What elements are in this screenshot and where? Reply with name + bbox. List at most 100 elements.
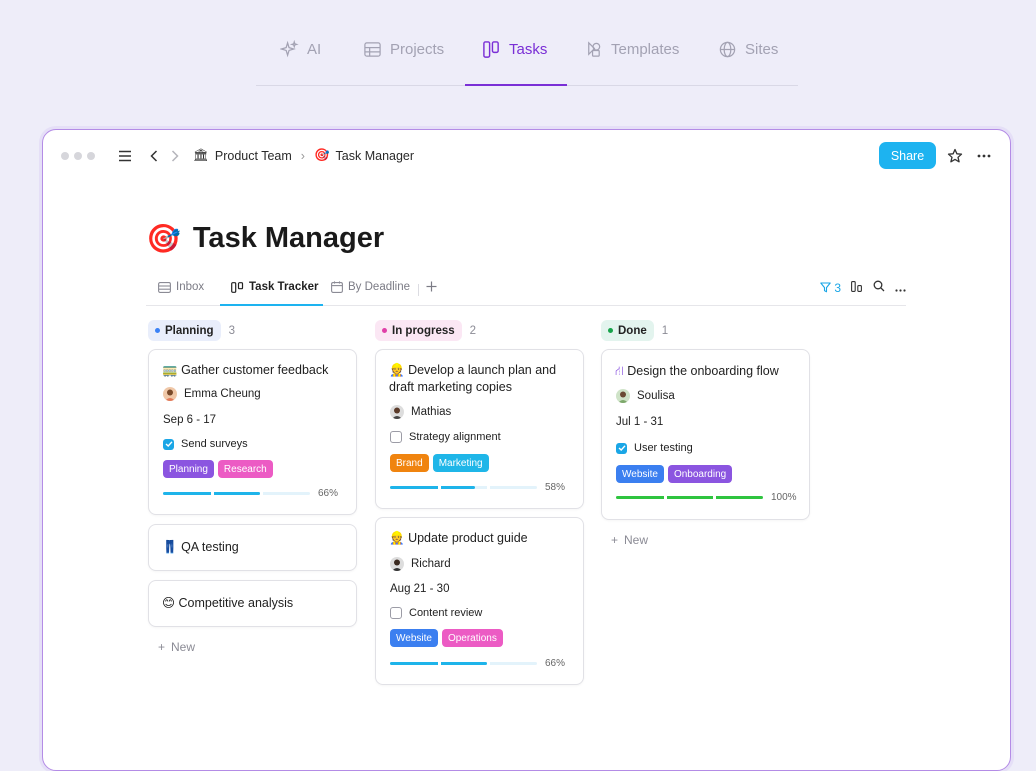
window-titlebar: 🏛 Product Team › 🎯 Task Manager Share <box>43 130 1010 182</box>
avatar <box>390 405 404 419</box>
tag[interactable]: Brand <box>390 454 429 472</box>
task-card[interactable]: 👖 QA testing <box>148 524 357 571</box>
task-title: 👷 Develop a launch plan and draft market… <box>389 363 557 394</box>
view-tab-label: Inbox <box>176 281 205 293</box>
star-icon[interactable] <box>945 146 965 166</box>
subtask-label: Send surveys <box>181 438 248 450</box>
menu-icon[interactable] <box>115 146 135 166</box>
task-card[interactable]: 👷 Update product guide Richard Aug 21 - … <box>375 517 584 685</box>
target-emoji-icon: 🎯 <box>313 148 330 162</box>
search-icon[interactable] <box>873 280 885 295</box>
nav-tab-sites[interactable]: Sites <box>718 40 778 59</box>
column-count: 3 <box>228 324 235 337</box>
subtask-checkbox[interactable]: User testing <box>616 442 693 454</box>
window-controls[interactable] <box>61 152 95 160</box>
status-dot <box>382 328 387 333</box>
breadcrumb-parent[interactable]: Product Team <box>215 149 292 163</box>
subtask-label: Content review <box>409 607 483 619</box>
plus-icon: + <box>611 533 619 547</box>
task-title: 👖 QA testing <box>162 540 239 554</box>
tag[interactable]: Website <box>616 465 664 483</box>
progress-track <box>163 492 310 495</box>
subtask-checkbox[interactable]: Send surveys <box>163 438 248 450</box>
assignee[interactable]: Emma Cheung <box>163 387 261 401</box>
assignee[interactable]: Richard <box>390 557 451 571</box>
task-card[interactable]: 🚃 Gather customer feedback Emma Cheung S… <box>148 349 357 515</box>
assignee-name: Richard <box>411 558 451 570</box>
status-dot <box>155 328 160 333</box>
assignee[interactable]: Soulisa <box>616 389 675 403</box>
task-card[interactable]: ⛙ Design the onboarding flow Soulisa Jul… <box>601 349 810 520</box>
tag[interactable]: Operations <box>441 629 503 647</box>
nav-tab-ai[interactable]: AI <box>280 40 321 59</box>
progress-bar: 66% <box>390 658 571 669</box>
tag-list: Website Operations <box>390 629 503 647</box>
calendar-icon <box>331 281 343 293</box>
task-card[interactable]: 👷 Develop a launch plan and draft market… <box>375 349 584 509</box>
column-header: Done 1 <box>601 320 810 341</box>
view-tab-inbox[interactable]: Inbox <box>158 281 204 293</box>
new-task-button[interactable]: + New <box>611 533 648 547</box>
status-badge[interactable]: In progress <box>375 320 462 341</box>
nav-tab-projects[interactable]: Projects <box>363 40 444 59</box>
new-task-button[interactable]: + New <box>158 640 195 654</box>
more-options-icon[interactable] <box>895 281 906 295</box>
back-arrow-icon[interactable] <box>144 146 164 166</box>
view-tab-by-deadline[interactable]: By Deadline <box>331 281 410 293</box>
tag[interactable]: Marketing <box>432 454 489 472</box>
avatar <box>616 389 630 403</box>
progress-fill <box>390 486 476 489</box>
board-column-in-progress: In progress 2 👷 Develop a launch plan an… <box>375 320 584 685</box>
board-icon <box>483 41 499 58</box>
add-view-icon[interactable] <box>426 281 437 292</box>
nav-tab-tasks[interactable]: Tasks <box>482 40 547 59</box>
nav-tab-templates[interactable]: Templates <box>584 40 679 59</box>
board-column-done: Done 1 ⛙ Design the onboarding flow Soul… <box>601 320 810 547</box>
progress-bar: 58% <box>390 482 571 493</box>
filter-button[interactable]: 3 <box>820 281 841 295</box>
more-options-icon[interactable] <box>974 146 994 166</box>
subtask-checkbox[interactable]: Content review <box>390 607 482 619</box>
status-badge[interactable]: Planning <box>148 320 221 341</box>
share-button[interactable]: Share <box>879 142 936 169</box>
avatar <box>163 387 177 401</box>
assignee-name: Mathias <box>411 406 452 418</box>
view-tab-task-tracker[interactable]: Task Tracker <box>231 281 318 293</box>
worker-emoji-icon: 👷 <box>389 363 405 377</box>
task-date: Jul 1 - 31 <box>616 416 664 428</box>
shapes-icon <box>588 41 601 57</box>
column-header: Planning 3 <box>148 320 357 341</box>
worker-emoji-icon: 👷 <box>389 531 405 545</box>
task-card[interactable]: 😊 Competitive analysis <box>148 580 357 627</box>
plus-icon: + <box>158 640 166 654</box>
subtask-checkbox[interactable]: Strategy alignment <box>390 431 501 443</box>
progress-percent: 100% <box>771 492 797 503</box>
checkbox-checked-icon <box>616 442 627 454</box>
column-count: 1 <box>661 324 669 337</box>
assignee[interactable]: Mathias <box>390 405 451 419</box>
progress-track <box>390 662 537 665</box>
status-label: Done <box>618 324 647 337</box>
tag[interactable]: Website <box>390 629 438 647</box>
table-icon <box>364 42 381 57</box>
tag[interactable]: Onboarding <box>667 465 733 483</box>
active-tab-underline <box>465 84 567 86</box>
active-view-underline <box>220 304 323 306</box>
tag[interactable]: Planning <box>163 460 214 478</box>
nav-tab-label: Templates <box>611 41 680 58</box>
task-title: 👷 Update product guide <box>389 531 528 545</box>
group-by-icon[interactable] <box>851 280 863 295</box>
forward-arrow-icon[interactable] <box>165 146 185 166</box>
status-badge[interactable]: Done <box>601 320 654 341</box>
subtask-label: Strategy alignment <box>409 431 501 443</box>
breadcrumb: 🏛 Product Team › 🎯 Task Manager <box>193 148 414 163</box>
assignee-name: Soulisa <box>637 390 675 402</box>
breadcrumb-current[interactable]: Task Manager <box>336 149 415 163</box>
task-title: 🚃 Gather customer feedback <box>162 363 329 377</box>
checkbox-empty-icon <box>390 431 402 443</box>
page-title-text: Task Manager <box>192 222 385 254</box>
progress-percent: 66% <box>545 658 566 669</box>
tag[interactable]: Research <box>217 460 273 478</box>
task-date: Aug 21 - 30 <box>390 583 450 595</box>
app-window: 🏛 Product Team › 🎯 Task Manager Share 🎯 … <box>42 129 1011 771</box>
